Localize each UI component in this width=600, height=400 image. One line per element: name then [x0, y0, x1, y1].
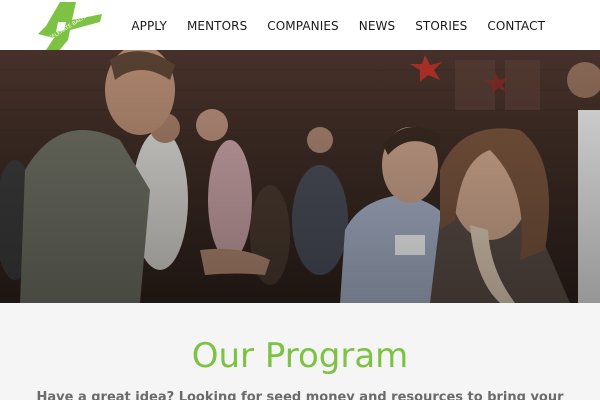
nav-stories[interactable]: STORIES [415, 18, 467, 34]
main-nav: APPLY MENTORS COMPANIES NEWS STORIES CON… [131, 18, 545, 34]
accelerate-a-logo-icon: ACCELERATE BALTIMORE [38, 2, 102, 56]
networking-event-photo [0, 50, 600, 303]
accelerate-baltimore-logo[interactable]: ACCELERATE BALTIMORE [32, 0, 106, 56]
nav-news[interactable]: NEWS [359, 18, 395, 34]
program-intro: Have a great idea? Looking for seed mone… [36, 390, 564, 400]
nav-mentors[interactable]: MENTORS [187, 18, 247, 34]
site-header: ACCELERATE BALTIMORE APPLY MENTORS COMPA… [0, 0, 600, 56]
nav-companies[interactable]: COMPANIES [267, 18, 338, 34]
program-title: Our Program [191, 336, 409, 376]
hero-photo [0, 50, 600, 303]
our-program-section: Our Program Have a great idea? Looking f… [0, 303, 600, 400]
nav-apply[interactable]: APPLY [131, 18, 167, 34]
nav-contact[interactable]: CONTACT [487, 18, 545, 34]
